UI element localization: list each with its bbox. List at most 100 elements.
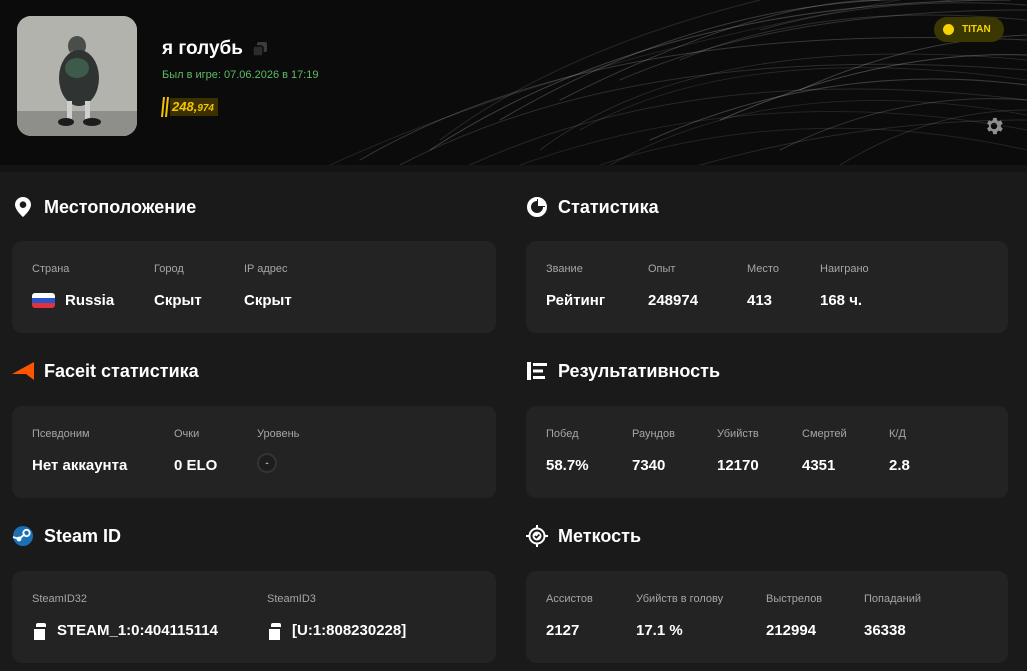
kills-field: Убийств 12170: [717, 428, 759, 474]
hits-label: Попаданий: [864, 593, 921, 605]
elo-label: Очки: [174, 428, 200, 440]
pie-chart-icon: [526, 196, 548, 218]
copy-icon[interactable]: [267, 623, 282, 642]
rank-badge[interactable]: TITAN: [934, 17, 1004, 42]
pigeon-photo: [17, 16, 137, 136]
points-main: 248,: [172, 99, 198, 114]
header-background-streaks: [329, 0, 1027, 165]
copy-icon[interactable]: [252, 42, 267, 56]
points-badge: 248,974: [160, 96, 218, 118]
list-bars-icon: [526, 360, 548, 382]
steamid3-label: SteamID3: [267, 593, 316, 605]
assists-value: 2127: [546, 622, 580, 639]
performance-title: Результативность: [558, 360, 721, 381]
kills-value: 12170: [717, 457, 759, 474]
stats-title: Статистика: [558, 196, 659, 217]
rounds-field: Раундов 7340: [632, 428, 675, 474]
level-label: Уровень: [257, 428, 300, 440]
place-label: Место: [747, 263, 779, 275]
badge-dot: [943, 24, 954, 35]
steamid32-label: SteamID32: [32, 593, 88, 605]
rank-value: Рейтинг: [546, 292, 606, 309]
kills-label: Убийств: [717, 428, 759, 440]
shots-label: Выстрелов: [766, 593, 823, 605]
assists-label: Ассистов: [546, 593, 593, 605]
shots-field: Выстрелов 212994: [766, 593, 822, 639]
country-value: Russia: [65, 292, 115, 309]
steamid32-value: STEAM_1:0:404115114: [57, 622, 218, 639]
performance-card: Побед 58.7% Раундов 7340 Убийств 12170 С…: [526, 406, 1008, 498]
headshots-field: Убийств в голову 17.1 %: [636, 593, 723, 639]
badge-label: TITAN: [962, 24, 991, 35]
level-value-row: -: [257, 453, 299, 473]
gear-icon[interactable]: [983, 115, 1005, 137]
kd-label: К/Д: [889, 428, 906, 440]
place-value: 413: [747, 292, 773, 309]
wins-value: 58.7%: [546, 457, 589, 474]
ip-value: Скрыт: [244, 292, 292, 309]
hits-value: 36338: [864, 622, 906, 639]
xp-field: Опыт 248974: [648, 263, 698, 309]
location-card: Страна Russia Город Скрыт IP адрес Скрыт: [12, 241, 496, 333]
crosshair-icon: [526, 525, 548, 547]
location-title: Местоположение: [44, 196, 197, 217]
section-title-performance: Результативность: [526, 359, 720, 383]
section-title-faceit: Faceit статистика: [12, 359, 199, 383]
played-value: 168 ч.: [820, 292, 863, 309]
points-stripes-icon: [161, 97, 169, 117]
username: я голубь: [162, 38, 243, 59]
played-label: Наиграно: [820, 263, 869, 275]
kd-field: К/Д 2.8: [889, 428, 910, 474]
place-field: Место 413: [747, 263, 779, 309]
section-title-stats: Статистика: [526, 195, 659, 219]
last-seen-text: Был в игре: 07.06.2026 в 17:19: [162, 69, 319, 81]
shots-value: 212994: [766, 622, 817, 639]
faceit-title: Faceit статистика: [44, 360, 199, 381]
nick-label: Псевдоним: [32, 428, 90, 440]
steamid3-value: [U:1:808230228]: [292, 622, 407, 639]
headshots-label: Убийств в голову: [636, 593, 724, 605]
rank-label: Звание: [546, 263, 583, 275]
country-value-row: Russia: [32, 292, 114, 309]
headshots-value: 17.1 %: [636, 622, 683, 639]
steam-title: Steam ID: [44, 525, 122, 546]
country-label: Страна: [32, 263, 70, 275]
accuracy-card: Ассистов 2127 Убийств в голову 17.1 % Вы…: [526, 571, 1008, 663]
steam-card: SteamID32 STEAM_1:0:404115114 SteamID3 […: [12, 571, 496, 663]
wins-label: Побед: [546, 428, 579, 440]
section-title-accuracy: Меткость: [526, 524, 641, 548]
rounds-label: Раундов: [632, 428, 675, 440]
city-label: Город: [154, 263, 184, 275]
level-field: Уровень -: [257, 428, 299, 473]
accuracy-title: Меткость: [558, 525, 642, 546]
deaths-label: Смертей: [802, 428, 847, 440]
avatar[interactable]: [17, 16, 137, 136]
steamid32-field: SteamID32 STEAM_1:0:404115114: [32, 593, 218, 642]
profile-header: я голубь Был в игре: 07.06.2026 в 17:19 …: [0, 0, 1027, 165]
username-row: я голубь: [162, 38, 267, 60]
city-value: Скрыт: [154, 292, 202, 309]
copy-icon[interactable]: [32, 623, 47, 642]
xp-value: 248974: [648, 292, 699, 309]
rounds-value: 7340: [632, 457, 666, 474]
kd-value: 2.8: [889, 457, 910, 474]
country-field: Страна Russia: [32, 263, 114, 309]
city-field: Город Скрыт: [154, 263, 202, 309]
wins-field: Побед 58.7%: [546, 428, 589, 474]
steam-logo-icon: [12, 525, 34, 547]
assists-field: Ассистов 2127: [546, 593, 593, 639]
hits-field: Попаданий 36338: [864, 593, 921, 639]
map-pin-icon: [12, 196, 34, 218]
steamid32-value-row[interactable]: STEAM_1:0:404115114: [32, 622, 218, 642]
rank-field: Звание Рейтинг: [546, 263, 605, 309]
nick-value: Нет аккаунта: [32, 457, 128, 474]
points-small: 974: [197, 103, 214, 114]
section-title-steam: Steam ID: [12, 524, 121, 548]
steamid3-value-row[interactable]: [U:1:808230228]: [267, 622, 407, 642]
faceit-card: Псевдоним Нет аккаунта Очки 0 ELO Уровен…: [12, 406, 496, 498]
russia-flag-icon: [32, 293, 55, 308]
level-badge: -: [257, 453, 277, 473]
elo-value: 0 ELO: [174, 457, 218, 474]
steamid3-field: SteamID3 [U:1:808230228]: [267, 593, 407, 642]
deaths-value: 4351: [802, 457, 836, 474]
